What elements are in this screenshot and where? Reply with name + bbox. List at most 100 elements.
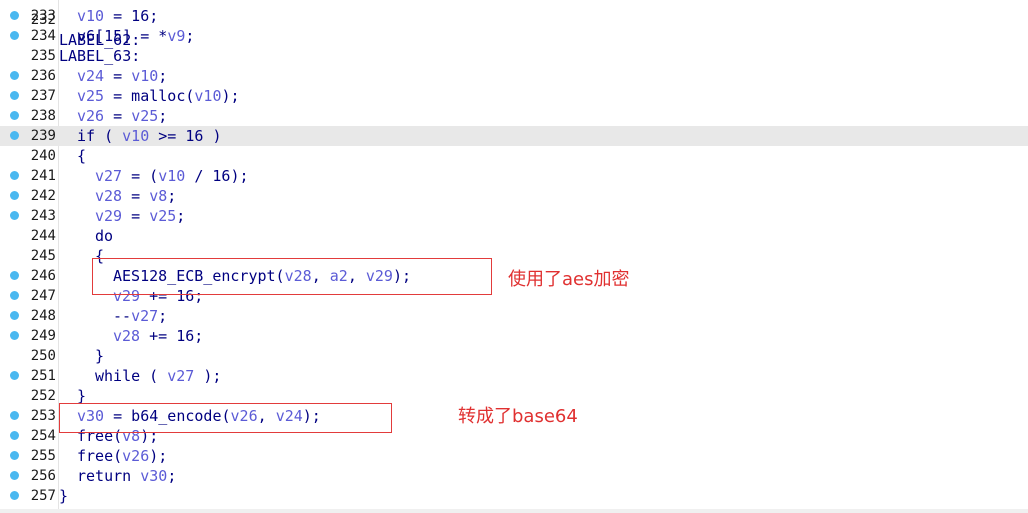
variable-token[interactable]: v27 [167, 367, 194, 385]
line-number: 233 [30, 8, 56, 24]
variable-token[interactable]: v30 [140, 467, 167, 485]
code-token: ; [185, 27, 195, 45]
line-number: 249 [30, 328, 56, 344]
breakpoint-dot-icon[interactable] [10, 271, 19, 280]
code-token: -- [113, 307, 132, 325]
code-text: --v27; [113, 306, 167, 326]
variable-token[interactable]: v10 [131, 67, 158, 85]
code-line[interactable]: 251 while ( v27 ); [0, 366, 1028, 386]
code-text: do [95, 226, 113, 246]
code-line[interactable]: 242 v28 = v8; [0, 186, 1028, 206]
breakpoint-dot-icon[interactable] [10, 191, 19, 200]
breakpoint-dot-icon[interactable] [10, 171, 19, 180]
code-token: = [122, 187, 150, 205]
line-number: 256 [30, 468, 56, 484]
line-number: 254 [30, 428, 56, 444]
code-line[interactable]: 237 v25 = malloc(v10); [0, 86, 1028, 106]
code-text: v6[15] = *v9; [77, 26, 194, 46]
code-text: if ( v10 >= 16 ) [77, 126, 222, 146]
code-text: v26 = v25; [77, 106, 167, 126]
line-number: 250 [30, 348, 56, 364]
breakpoint-dot-icon[interactable] [10, 111, 19, 120]
code-token: ); [149, 447, 168, 465]
line-number: 251 [30, 368, 56, 384]
code-line[interactable]: 238 v26 = v25; [0, 106, 1028, 126]
code-line[interactable]: 255 free(v26); [0, 446, 1028, 466]
variable-token[interactable]: v10 [194, 87, 221, 105]
variable-token[interactable]: v26 [122, 447, 149, 465]
aes-annotation-box [92, 258, 492, 295]
code-token: if ( [77, 127, 123, 145]
code-line[interactable]: 244 do [0, 226, 1028, 246]
code-line[interactable]: 240 { [0, 146, 1028, 166]
breakpoint-dot-icon[interactable] [10, 11, 19, 20]
variable-token[interactable]: v28 [113, 327, 140, 345]
code-text: v25 = malloc(v10); [77, 86, 240, 106]
code-text: v28 += 16; [113, 326, 203, 346]
variable-token[interactable]: v8 [149, 187, 167, 205]
line-number: 247 [30, 288, 56, 304]
code-text: LABEL_63: [59, 46, 140, 66]
variable-token[interactable]: v27 [131, 307, 158, 325]
code-line[interactable]: 256 return v30; [0, 466, 1028, 486]
code-line[interactable]: 250} [0, 346, 1028, 366]
line-number: 255 [30, 448, 56, 464]
variable-token[interactable]: v28 [95, 187, 122, 205]
line-number: 238 [30, 108, 56, 124]
code-line[interactable]: 233 v10 = 16; [0, 6, 1028, 26]
line-number: 240 [30, 148, 56, 164]
line-number: 253 [30, 408, 56, 424]
variable-token[interactable]: v10 [77, 7, 104, 25]
breakpoint-dot-icon[interactable] [10, 431, 19, 440]
code-token: ; [167, 467, 177, 485]
code-token: / 16); [185, 167, 249, 185]
breakpoint-dot-icon[interactable] [10, 71, 19, 80]
variable-token[interactable]: v25 [77, 87, 104, 105]
code-line[interactable]: 257} [0, 486, 1028, 506]
line-number: 248 [30, 308, 56, 324]
line-number: 237 [30, 88, 56, 104]
code-token: ; [158, 67, 168, 85]
variable-token[interactable]: v24 [77, 67, 104, 85]
breakpoint-dot-icon[interactable] [10, 31, 19, 40]
variable-token[interactable]: v10 [158, 167, 185, 185]
breakpoint-dot-icon[interactable] [10, 91, 19, 100]
breakpoint-dot-icon[interactable] [10, 131, 19, 140]
aes-annotation-label: 使用了aes加密 [508, 269, 630, 290]
variable-token[interactable]: v29 [95, 207, 122, 225]
breakpoint-dot-icon[interactable] [10, 211, 19, 220]
breakpoint-dot-icon[interactable] [10, 451, 19, 460]
code-line[interactable]: 239 if ( v10 >= 16 ) [0, 126, 1028, 146]
code-text: } [59, 486, 68, 506]
variable-token[interactable]: v10 [122, 127, 149, 145]
code-line[interactable]: 249 v28 += 16; [0, 326, 1028, 346]
breakpoint-dot-icon[interactable] [10, 371, 19, 380]
variable-token[interactable]: v9 [167, 27, 185, 45]
variable-token[interactable]: v27 [95, 167, 122, 185]
code-token: ); [194, 367, 222, 385]
code-token: = 16; [104, 7, 159, 25]
code-token: = [104, 67, 132, 85]
horizontal-scrollbar[interactable] [0, 509, 1028, 513]
code-token: ); [221, 87, 240, 105]
line-number: 252 [30, 388, 56, 404]
breakpoint-dot-icon[interactable] [10, 491, 19, 500]
code-token: = ( [122, 167, 159, 185]
code-line[interactable]: 243 v29 = v25; [0, 206, 1028, 226]
breakpoint-dot-icon[interactable] [10, 291, 19, 300]
code-line[interactable]: 235 LABEL_63: [0, 46, 1028, 66]
code-token: return [77, 467, 141, 485]
variable-token[interactable]: v26 [77, 107, 104, 125]
breakpoint-dot-icon[interactable] [10, 471, 19, 480]
code-line[interactable]: 234 v6[15] = *v9; [0, 26, 1028, 46]
breakpoint-dot-icon[interactable] [10, 331, 19, 340]
code-line[interactable]: 241 v27 = (v10 / 16); [0, 166, 1028, 186]
variable-token[interactable]: v25 [149, 207, 176, 225]
code-line[interactable]: 248 --v27; [0, 306, 1028, 326]
breakpoint-dot-icon[interactable] [10, 311, 19, 320]
breakpoint-dot-icon[interactable] [10, 411, 19, 420]
pseudocode-view[interactable]: 232 LABEL_62: 233 v10 = 16; 234 v6[15] = *v… [0, 0, 1028, 513]
variable-token[interactable]: v25 [131, 107, 158, 125]
line-number: 257 [30, 488, 56, 504]
code-line[interactable]: 236 v24 = v10; [0, 66, 1028, 86]
